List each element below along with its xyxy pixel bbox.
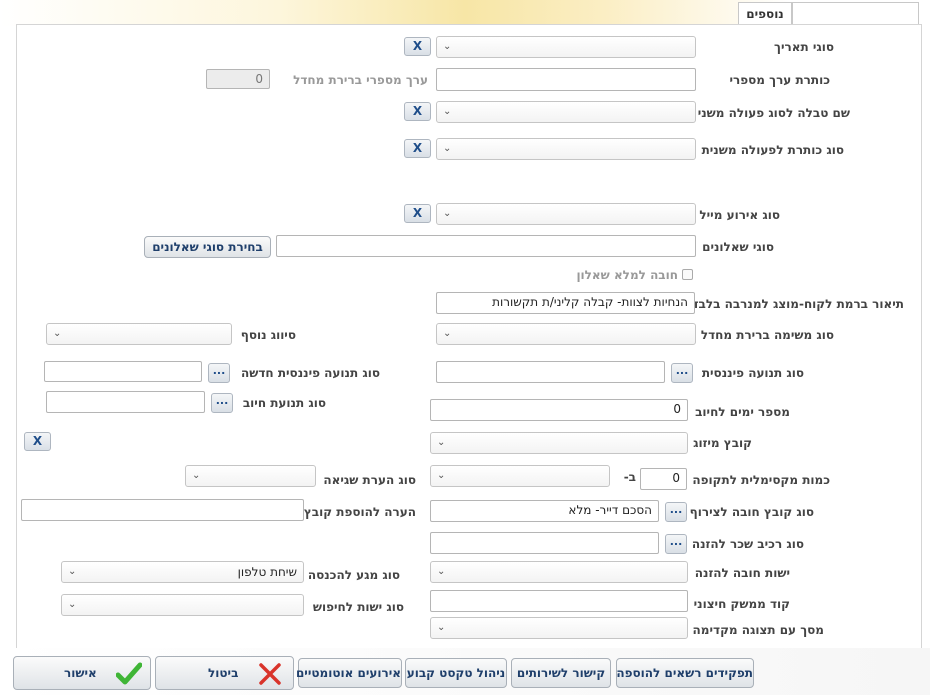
external-code-input[interactable] [430, 590, 688, 612]
search-entity-select[interactable]: ⌄ [61, 594, 304, 616]
fin-type-label: סוג תנועה פיננסית [701, 366, 804, 380]
charge-type-browse-button[interactable]: ... [211, 393, 233, 413]
max-qty-period-select[interactable]: ⌄ [430, 465, 610, 487]
fin-type-browse-button[interactable]: ... [671, 363, 693, 383]
description-label: תיאור ברמת לקוח-מוצג למנרבה בלבד [691, 297, 904, 311]
chevron-down-icon: ⌄ [192, 470, 201, 481]
tab-additional[interactable]: נוספים [738, 2, 792, 25]
clear-merge-file-button[interactable]: X [24, 432, 51, 451]
select-questionnaires-button[interactable]: בחירת סוגי שאלונים [144, 236, 271, 258]
roles-button[interactable]: תפקידים רשאים להוספה [616, 658, 754, 688]
wage-component-input[interactable] [430, 532, 659, 554]
clear-date-type-button[interactable]: X [404, 37, 431, 56]
date-type-select[interactable]: ⌄ [436, 36, 696, 58]
mandatory-entity-label: ישות חובה להזנה [694, 566, 790, 580]
wage-component-label: סוג רכיב שכר להזנה [691, 537, 804, 551]
task-type-label: סוג משימה ברירת מחדל [700, 328, 834, 342]
attach-type-label: סוג קובץ חובה לצירוף [689, 505, 814, 519]
close-icon [259, 663, 281, 685]
attach-type-input[interactable]: הסכם דייר- מלא [430, 500, 659, 522]
charge-type-label: סוג תנועת חיוב [242, 396, 326, 410]
ok-button[interactable]: אישור [13, 656, 151, 690]
cancel-button[interactable]: ביטול [155, 656, 294, 690]
file-note-label: הערה להוספת קובץ [303, 505, 416, 519]
fixed-text-button[interactable]: ניהול טקסט קבוע [405, 658, 507, 688]
fin-type-new-label: סוג תנועה פיננסית חדשה [241, 366, 380, 380]
wage-component-browse-button[interactable]: ... [665, 534, 687, 554]
chevron-down-icon: ⌄ [68, 566, 77, 577]
numeric-title-label: כותרת ערך מספרי [729, 73, 830, 87]
services-link-button[interactable]: קישור לשירותים [511, 658, 611, 688]
check-icon [116, 662, 142, 685]
task-type-select[interactable]: ⌄ [436, 323, 696, 345]
file-note-input[interactable] [21, 499, 304, 521]
chevron-down-icon: ⌄ [437, 470, 446, 481]
chevron-down-icon: ⌄ [443, 106, 452, 117]
chevron-down-icon: ⌄ [68, 599, 77, 610]
external-code-label: קוד ממשק חיצוני [693, 597, 790, 611]
must-fill-checkbox[interactable] [682, 269, 693, 280]
fin-type-new-browse-button[interactable]: ... [208, 363, 230, 383]
chevron-down-icon: ⌄ [443, 41, 452, 52]
max-qty-input[interactable]: 0 [640, 468, 687, 490]
chevron-down-icon: ⌄ [437, 566, 446, 577]
chevron-down-icon: ⌄ [437, 622, 446, 633]
date-type-label: סוגי תאריך [774, 40, 834, 54]
numeric-default-input: 0 [206, 69, 270, 89]
cancel-label: ביטול [208, 666, 239, 680]
chevron-down-icon: ⌄ [443, 143, 452, 154]
chevron-down-icon: ⌄ [443, 208, 452, 219]
chevron-down-icon: ⌄ [53, 328, 62, 339]
fin-type-new-input[interactable] [44, 361, 202, 382]
days-to-charge-label: מספר ימים לחיוב [695, 405, 790, 419]
max-qty-in-label: ב- [623, 470, 636, 484]
ok-label: אישור [64, 666, 97, 680]
questionnaires-label: סוגי שאלונים [702, 240, 774, 254]
description-input[interactable]: הנחיות לצוות- קבלה קליני/ת תקשורות [436, 292, 695, 314]
numeric-title-input[interactable] [436, 68, 696, 91]
mail-event-label: סוג אירוע מייל [699, 208, 780, 222]
questionnaires-input[interactable] [276, 235, 696, 257]
error-note-label: סוג הערת שגיאה [323, 473, 416, 487]
auto-events-button[interactable]: אירועים אוטומטיים [296, 658, 402, 688]
charge-type-input[interactable] [46, 391, 205, 413]
attach-type-browse-button[interactable]: ... [665, 502, 687, 522]
merge-file-select[interactable]: ⌄ [430, 432, 688, 454]
numeric-default-label: ערך מספרי ברירת מחדל [293, 73, 428, 87]
days-to-charge-input[interactable]: 0 [430, 399, 688, 421]
clear-mail-event-button[interactable]: X [404, 204, 431, 223]
must-fill-label: חובה למלא שאלון [576, 268, 678, 282]
secondary-table-label: שם טבלה לסוג פעולה משני [697, 106, 850, 120]
error-note-select[interactable]: ⌄ [185, 465, 316, 487]
clear-secondary-title-button[interactable]: X [404, 139, 431, 158]
fin-type-input[interactable] [436, 361, 665, 383]
search-entity-label: סוג ישות לחיפוש [312, 600, 404, 614]
secondary-title-select[interactable]: ⌄ [436, 138, 696, 160]
preview-screen-select[interactable]: ⌄ [430, 617, 688, 639]
entry-contact-select[interactable]: ⌄ שיחת טלפון [61, 561, 304, 583]
mail-event-select[interactable]: ⌄ [436, 203, 696, 225]
secondary-title-label: סוג כותרת לפעולה משנית [701, 143, 844, 157]
max-qty-label: כמות מקסימלית לתקופה [692, 473, 830, 487]
tab-empty[interactable] [792, 2, 919, 25]
clear-secondary-table-button[interactable]: X [404, 102, 431, 121]
extra-class-label: סיווג נוסף [240, 328, 296, 342]
chevron-down-icon: ⌄ [437, 437, 446, 448]
preview-screen-label: מסך עם תצוגה מקדימה [692, 623, 824, 637]
extra-class-select[interactable]: ⌄ [46, 323, 232, 345]
mandatory-entity-select[interactable]: ⌄ [430, 561, 688, 583]
secondary-table-select[interactable]: ⌄ [436, 101, 696, 123]
entry-contact-label: סוג מגע להכנסה [307, 568, 400, 582]
merge-file-label: קובץ מיזוג [693, 436, 752, 450]
chevron-down-icon: ⌄ [443, 328, 452, 339]
